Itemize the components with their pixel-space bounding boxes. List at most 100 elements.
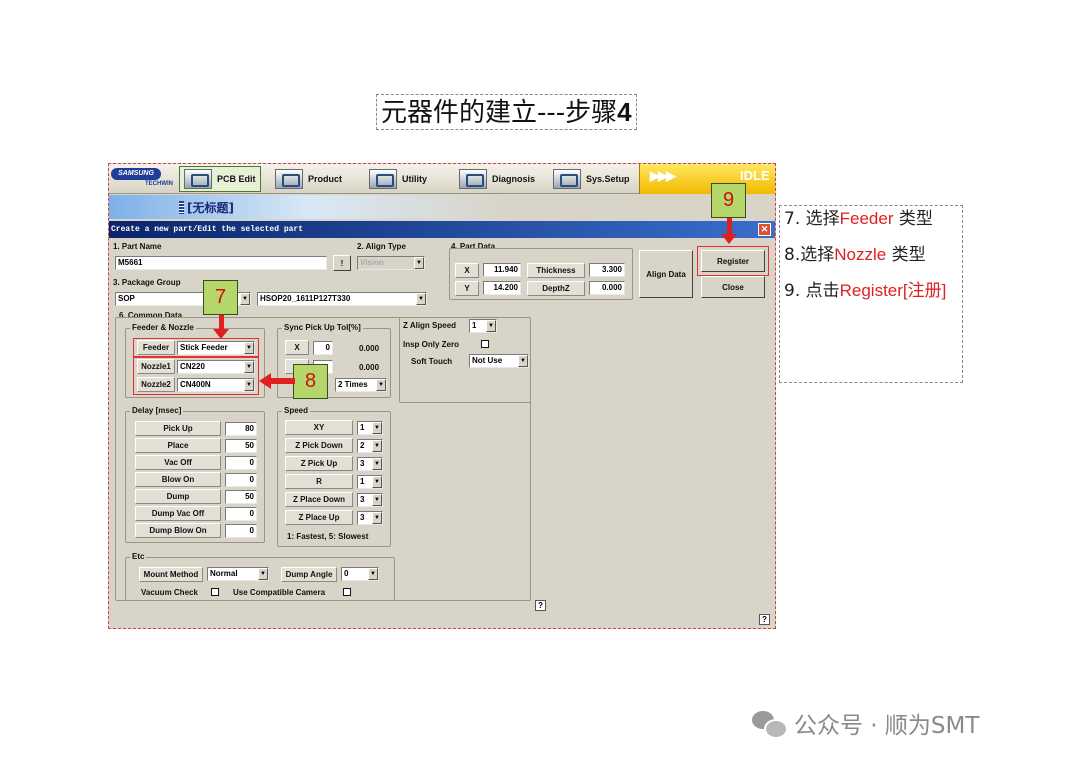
compatible-camera-checkbox[interactable] [343, 588, 351, 596]
chevron-down-icon: ▼ [518, 355, 528, 367]
step8-arrow-shaft [271, 378, 295, 384]
note-step8: 8.选择Nozzle 类型 [784, 244, 958, 266]
speed-z-place-down-value: 3 [360, 495, 365, 504]
speed-z-pick-down-label: Z Pick Down [285, 438, 353, 453]
sync-times-value: 2 Times [338, 380, 368, 389]
delay-dump-blow-on-input[interactable]: 0 [225, 524, 257, 538]
note-step9: 9. 点击Register[注册] [784, 280, 958, 302]
help-icon[interactable]: ? [759, 614, 770, 625]
speed-xy-select[interactable]: 1 ▼ [357, 421, 383, 435]
dump-angle-label: Dump Angle [281, 567, 337, 582]
delay-vac-off-input[interactable]: 0 [225, 456, 257, 470]
status-arrows-icon: ▶▶▶ [650, 168, 676, 183]
x-input[interactable]: 11.940 [483, 263, 521, 277]
speed-xy-value: 1 [360, 423, 365, 432]
close-icon[interactable]: ✕ [758, 223, 771, 236]
tab-label: Product [308, 174, 343, 184]
nozzle-highlight [133, 357, 259, 395]
align-type-label: 2. Align Type [357, 242, 406, 251]
mount-method-select[interactable]: Normal ▼ [207, 567, 269, 581]
z-align-speed-label: Z Align Speed [403, 321, 457, 330]
speed-r-label: R [285, 474, 353, 489]
y-input[interactable]: 14.200 [483, 281, 521, 295]
thickness-input[interactable]: 3.300 [589, 263, 625, 277]
note-text: 9. 点击 [784, 281, 840, 301]
speed-label: Speed [282, 406, 311, 415]
product-icon [275, 169, 303, 189]
brand-text: SAMSUNG [111, 168, 161, 180]
instruction-notes: 7. 选择Feeder 类型 8.选择Nozzle 类型 9. 点击Regist… [779, 205, 963, 383]
align-type-value: Vision [360, 258, 384, 267]
depthz-label: DepthZ [527, 281, 585, 296]
tab-utility[interactable]: Utility [365, 166, 431, 192]
chevron-down-icon: ▼ [376, 379, 386, 391]
speed-r-select[interactable]: 1 ▼ [357, 475, 383, 489]
close-button[interactable]: Close [701, 276, 765, 298]
utility-icon [369, 169, 397, 189]
speed-z-place-down-label: Z Place Down [285, 492, 353, 507]
note-text: 类型 [893, 209, 933, 229]
tab-sys-setup[interactable]: Sys.Setup [549, 166, 634, 192]
z-align-speed-select[interactable]: 1 ▼ [469, 319, 497, 333]
dump-angle-select[interactable]: 0 ▼ [341, 567, 379, 581]
chevron-down-icon: ▼ [372, 476, 382, 488]
sync-times-select[interactable]: 2 Times ▼ [335, 378, 387, 392]
align-data-button[interactable]: Align Data [639, 250, 693, 298]
speed-z-pick-down-select[interactable]: 2 ▼ [357, 439, 383, 453]
align-type-select[interactable]: Vision ▼ [357, 256, 425, 270]
tab-product[interactable]: Product [271, 166, 346, 192]
delay-place-input[interactable]: 50 [225, 439, 257, 453]
vacuum-check-checkbox[interactable] [211, 588, 219, 596]
status-text: IDLE [740, 168, 770, 183]
chevron-down-icon: ▼ [372, 458, 382, 470]
note-keyword: Nozzle [834, 245, 887, 264]
soft-touch-select[interactable]: Not Use ▼ [469, 354, 529, 368]
sync-y-result: 0.000 [359, 363, 380, 372]
note-text: 类型 [886, 245, 926, 265]
delay-pickup-input[interactable]: 80 [225, 422, 257, 436]
note-step7: 7. 选择Feeder 类型 [784, 208, 958, 230]
brand-sub-text: TECHWIN [145, 181, 173, 187]
part-name-check-button[interactable]: ! [333, 255, 351, 271]
step7-arrow-head [213, 329, 229, 339]
chevron-down-icon: ▼ [240, 293, 250, 305]
delay-blow-on-input[interactable]: 0 [225, 473, 257, 487]
top-toolbar: SAMSUNG TECHWIN PCB Edit Product Utility… [109, 164, 775, 194]
insp-only-zero-checkbox[interactable] [481, 340, 489, 348]
samsung-logo: SAMSUNG TECHWIN [111, 168, 177, 188]
step9-arrow-head [721, 234, 737, 244]
speed-z-place-up-label: Z Place Up [285, 510, 353, 525]
help-icon[interactable]: ? [535, 600, 546, 611]
chevron-down-icon: ▼ [372, 440, 382, 452]
slide-title-step: 4 [617, 97, 632, 127]
depthz-input[interactable]: 0.000 [589, 281, 625, 295]
sync-x-input[interactable]: 0 [313, 341, 333, 355]
thickness-label: Thickness [527, 263, 585, 278]
package-name-select[interactable]: HSOP20_1611P127T330 ▼ [257, 292, 427, 306]
chevron-down-icon: ▼ [414, 257, 424, 269]
speed-z-pick-up-select[interactable]: 3 ▼ [357, 457, 383, 471]
watermark: 公众号 · 顺为SMT [752, 706, 979, 740]
tab-diagnosis[interactable]: Diagnosis [455, 166, 539, 192]
speed-z-pick-up-label: Z Pick Up [285, 456, 353, 471]
step8-arrow-head [259, 373, 271, 389]
delay-dump-vac-off-input[interactable]: 0 [225, 507, 257, 521]
document-bar: [无标题] [109, 195, 775, 219]
soft-touch-value: Not Use [472, 356, 503, 365]
pcb-edit-icon [184, 169, 212, 189]
speed-z-place-down-select[interactable]: 3 ▼ [357, 493, 383, 507]
chevron-down-icon: ▼ [372, 422, 382, 434]
delay-blow-on-label: Blow On [135, 472, 221, 487]
mount-method-label: Mount Method [139, 567, 203, 582]
delay-dump-input[interactable]: 50 [225, 490, 257, 504]
tab-label: Sys.Setup [586, 174, 630, 184]
dialog-title: Create a new part/Edit the selected part [111, 225, 304, 234]
document-icon [179, 201, 184, 214]
speed-z-place-up-select[interactable]: 3 ▼ [357, 511, 383, 525]
part-name-label: 1. Part Name [113, 242, 162, 251]
vacuum-check-label: Vacuum Check [141, 588, 198, 597]
dump-angle-value: 0 [344, 569, 349, 578]
part-name-input[interactable]: M5661 [115, 256, 327, 270]
tab-pcb-edit[interactable]: PCB Edit [179, 166, 261, 192]
delay-pickup-label: Pick Up [135, 421, 221, 436]
